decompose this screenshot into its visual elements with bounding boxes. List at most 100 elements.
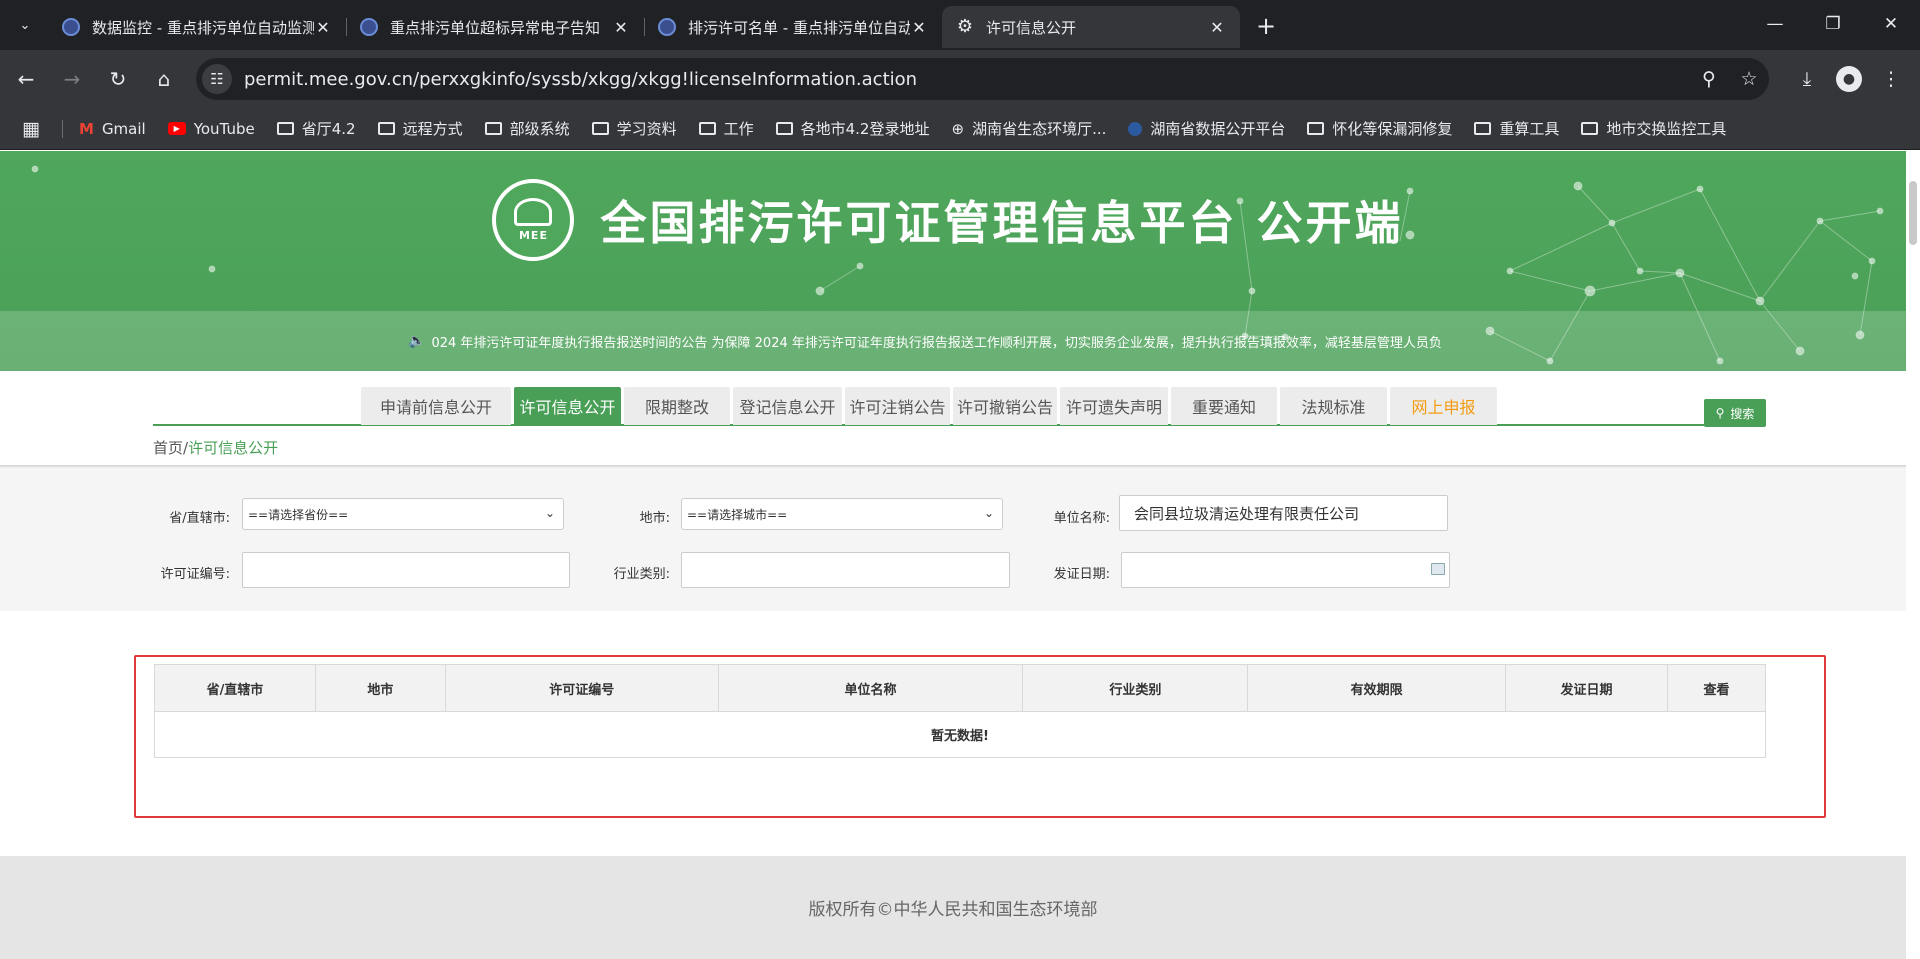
breadcrumb-home-link[interactable]: 首页 [153, 439, 183, 457]
bookmark-item[interactable]: 怀化等保漏洞修复 [1307, 118, 1452, 139]
zoom-icon[interactable]: ⚲ [1689, 68, 1729, 90]
url-text[interactable]: permit.mee.gov.cn/perxxgkinfo/syssb/xkgg… [244, 69, 1689, 90]
bookmark-item[interactable]: 远程方式 [377, 118, 463, 139]
notice-bar: 🔈 024 年排污许可证年度执行报告报送时间的公告 为保障 2024 年排污许可… [0, 311, 1906, 371]
table-header-row: 省/直辖市 地市 许可证编号 单位名称 行业类别 有效期限 发证日期 查看 [154, 664, 1767, 712]
nav-tab-4[interactable]: 许可注销公告 [845, 387, 950, 425]
browser-tab-1[interactable]: 重点排污单位超标异常电子告知 ✕ [346, 6, 644, 48]
bookmark-label: Gmail [101, 119, 146, 138]
folder-icon [1581, 122, 1599, 135]
close-icon[interactable]: ✕ [612, 18, 630, 37]
home-icon[interactable]: ⌂ [144, 59, 184, 99]
column-header: 发证日期 [1505, 664, 1668, 712]
page-viewport: MEE 全国排污许可证管理信息平台 公开端 🔈 024 年排污许可证年度执行报告… [0, 151, 1920, 959]
chevron-down-icon: ⌄ [544, 506, 555, 520]
nav-tab-2[interactable]: 限期整改 [624, 387, 730, 425]
tab-title: 重点排污单位超标异常电子告知 [390, 18, 601, 37]
header-banner: MEE 全国排污许可证管理信息平台 公开端 🔈 024 年排污许可证年度执行报告… [0, 151, 1906, 371]
nav-tab-8[interactable]: 法规标准 [1280, 387, 1387, 425]
browser-toolbar: ← → ↻ ⌂ ☷ permit.mee.gov.cn/perxxgkinfo/… [0, 50, 1920, 108]
gov-emblem-icon [62, 18, 80, 36]
bookmark-item[interactable]: ⊕ 湖南省生态环境厅... [951, 118, 1106, 139]
province-label: 省/直辖市: [169, 511, 230, 526]
bookmark-item[interactable]: 各地市4.2登录地址 [775, 118, 930, 139]
gear-icon: ⚙ [956, 16, 974, 37]
city-select[interactable]: ==请选择城市== ⌄ [681, 498, 1003, 530]
nav-tab-6[interactable]: 许可遗失声明 [1060, 387, 1168, 425]
new-tab-button[interactable]: + [1248, 8, 1284, 44]
bookmark-item[interactable]: 部级系统 [484, 118, 570, 139]
nav-tab-1[interactable]: 许可信息公开 [514, 387, 621, 425]
apps-grid-icon[interactable]: ▦ [22, 118, 42, 140]
globe-icon: ⊕ [951, 119, 965, 138]
unit-name-input[interactable]: 会同县垃圾清运处理有限责任公司 [1119, 495, 1448, 531]
main-nav-container: 申请前信息公开 许可信息公开 限期整改 登记信息公开 许可注销公告 许可撤销公告 许可遗失声… [153, 381, 1765, 426]
bookmark-label: 远程方式 [402, 120, 463, 138]
nav-tab-0[interactable]: 申请前信息公开 [361, 387, 511, 425]
folder-icon [1307, 122, 1325, 135]
notice-marquee-text[interactable]: 024 年排污许可证年度执行报告报送时间的公告 为保障 2024 年排污许可证年… [431, 332, 1441, 351]
nav-tab-7[interactable]: 重要通知 [1171, 387, 1277, 425]
download-icon[interactable]: ⤓ [1786, 59, 1828, 99]
bookmark-star-icon[interactable]: ☆ [1729, 68, 1769, 90]
site-title: 全国排污许可证管理信息平台 公开端 [600, 196, 1404, 250]
nav-tab-5[interactable]: 许可撤销公告 [953, 387, 1057, 425]
breadcrumb: 首页/许可信息公开 [153, 439, 279, 457]
issue-date-label: 发证日期: [1053, 567, 1110, 582]
profile-avatar-icon[interactable]: ● [1836, 66, 1862, 92]
license-number-input[interactable] [242, 552, 570, 588]
copyright-text: 版权所有©中华人民共和国生态环境部 [808, 900, 1098, 920]
issue-date-input[interactable] [1121, 552, 1450, 588]
tab-title: 排污许可名单 - 重点排污单位自动 [688, 18, 910, 37]
column-header: 地市 [314, 664, 446, 712]
folder-icon [591, 122, 609, 135]
close-window-icon[interactable]: ✕ [1862, 0, 1920, 48]
bookmark-item[interactable]: 工作 [698, 118, 754, 139]
menu-kebab-icon[interactable]: ⋮ [1870, 59, 1912, 99]
tab-search-button[interactable]: ⌄ [6, 6, 44, 44]
results-table: 省/直辖市 地市 许可证编号 单位名称 行业类别 有效期限 发证日期 查看 暂无数据! [154, 664, 1767, 758]
browser-tab-2[interactable]: 排污许可名单 - 重点排污单位自动 ✕ [644, 6, 942, 48]
nav-tab-9[interactable]: 网上申报 [1390, 387, 1497, 425]
scrollbar-thumb[interactable] [1909, 181, 1917, 245]
back-icon[interactable]: ← [6, 59, 46, 99]
speaker-icon: 🔈 [408, 333, 426, 349]
chevron-down-icon: ⌄ [983, 506, 994, 520]
reload-icon[interactable]: ↻ [98, 59, 138, 99]
mee-emblem-icon [514, 198, 553, 226]
main-nav: 申请前信息公开 许可信息公开 限期整改 登记信息公开 许可注销公告 许可撤销公告 许可遗失声… [361, 387, 1500, 425]
bookmark-label: 各地市4.2登录地址 [800, 120, 930, 138]
bookmark-label: 地市交换监控工具 [1606, 120, 1727, 138]
forward-icon[interactable]: → [52, 59, 92, 99]
close-icon[interactable]: ✕ [910, 18, 928, 37]
browser-tab-0[interactable]: 数据监控 - 重点排污单位自动监测 ✕ [48, 6, 346, 48]
minimize-icon[interactable]: — [1746, 0, 1804, 48]
search-button[interactable]: ⚲ 搜索 [1704, 399, 1766, 427]
bookmark-item[interactable]: 省厅4.2 [276, 118, 356, 139]
gmail-icon: M [79, 119, 94, 138]
bookmark-item[interactable]: 学习资料 [591, 118, 677, 139]
bookmark-item[interactable]: 地市交换监控工具 [1581, 118, 1726, 139]
bookmark-item[interactable]: ▶ YouTube [167, 120, 255, 138]
search-icon: ⚲ [1715, 406, 1725, 420]
bookmark-item[interactable]: 重算工具 [1474, 118, 1559, 139]
bookmark-item[interactable]: M Gmail [79, 120, 146, 138]
bookmark-label: 湖南省数据公开平台 [1150, 120, 1286, 138]
restore-icon[interactable]: ❐ [1804, 0, 1862, 48]
folder-icon [698, 122, 716, 135]
site-info-icon[interactable]: ☷ [202, 64, 232, 94]
industry-input[interactable] [681, 552, 1010, 588]
province-select[interactable]: ==请选择省份== ⌄ [242, 498, 564, 530]
address-bar[interactable]: ☷ permit.mee.gov.cn/perxxgkinfo/syssb/xk… [196, 58, 1769, 100]
nav-tab-3[interactable]: 登记信息公开 [733, 387, 842, 425]
calendar-icon[interactable] [1431, 563, 1445, 575]
close-icon[interactable]: ✕ [1208, 18, 1226, 37]
empty-message: 暂无数据! [154, 711, 1766, 758]
column-header: 许可证编号 [444, 664, 719, 712]
browser-tab-3[interactable]: ⚙ 许可信息公开 ✕ [942, 6, 1240, 48]
bookmark-item[interactable]: 湖南省数据公开平台 [1128, 118, 1285, 139]
empty-row: 暂无数据! [154, 711, 1766, 758]
column-header: 省/直辖市 [154, 664, 316, 712]
close-icon[interactable]: ✕ [314, 18, 332, 37]
page-scrollbar[interactable] [1906, 151, 1920, 959]
